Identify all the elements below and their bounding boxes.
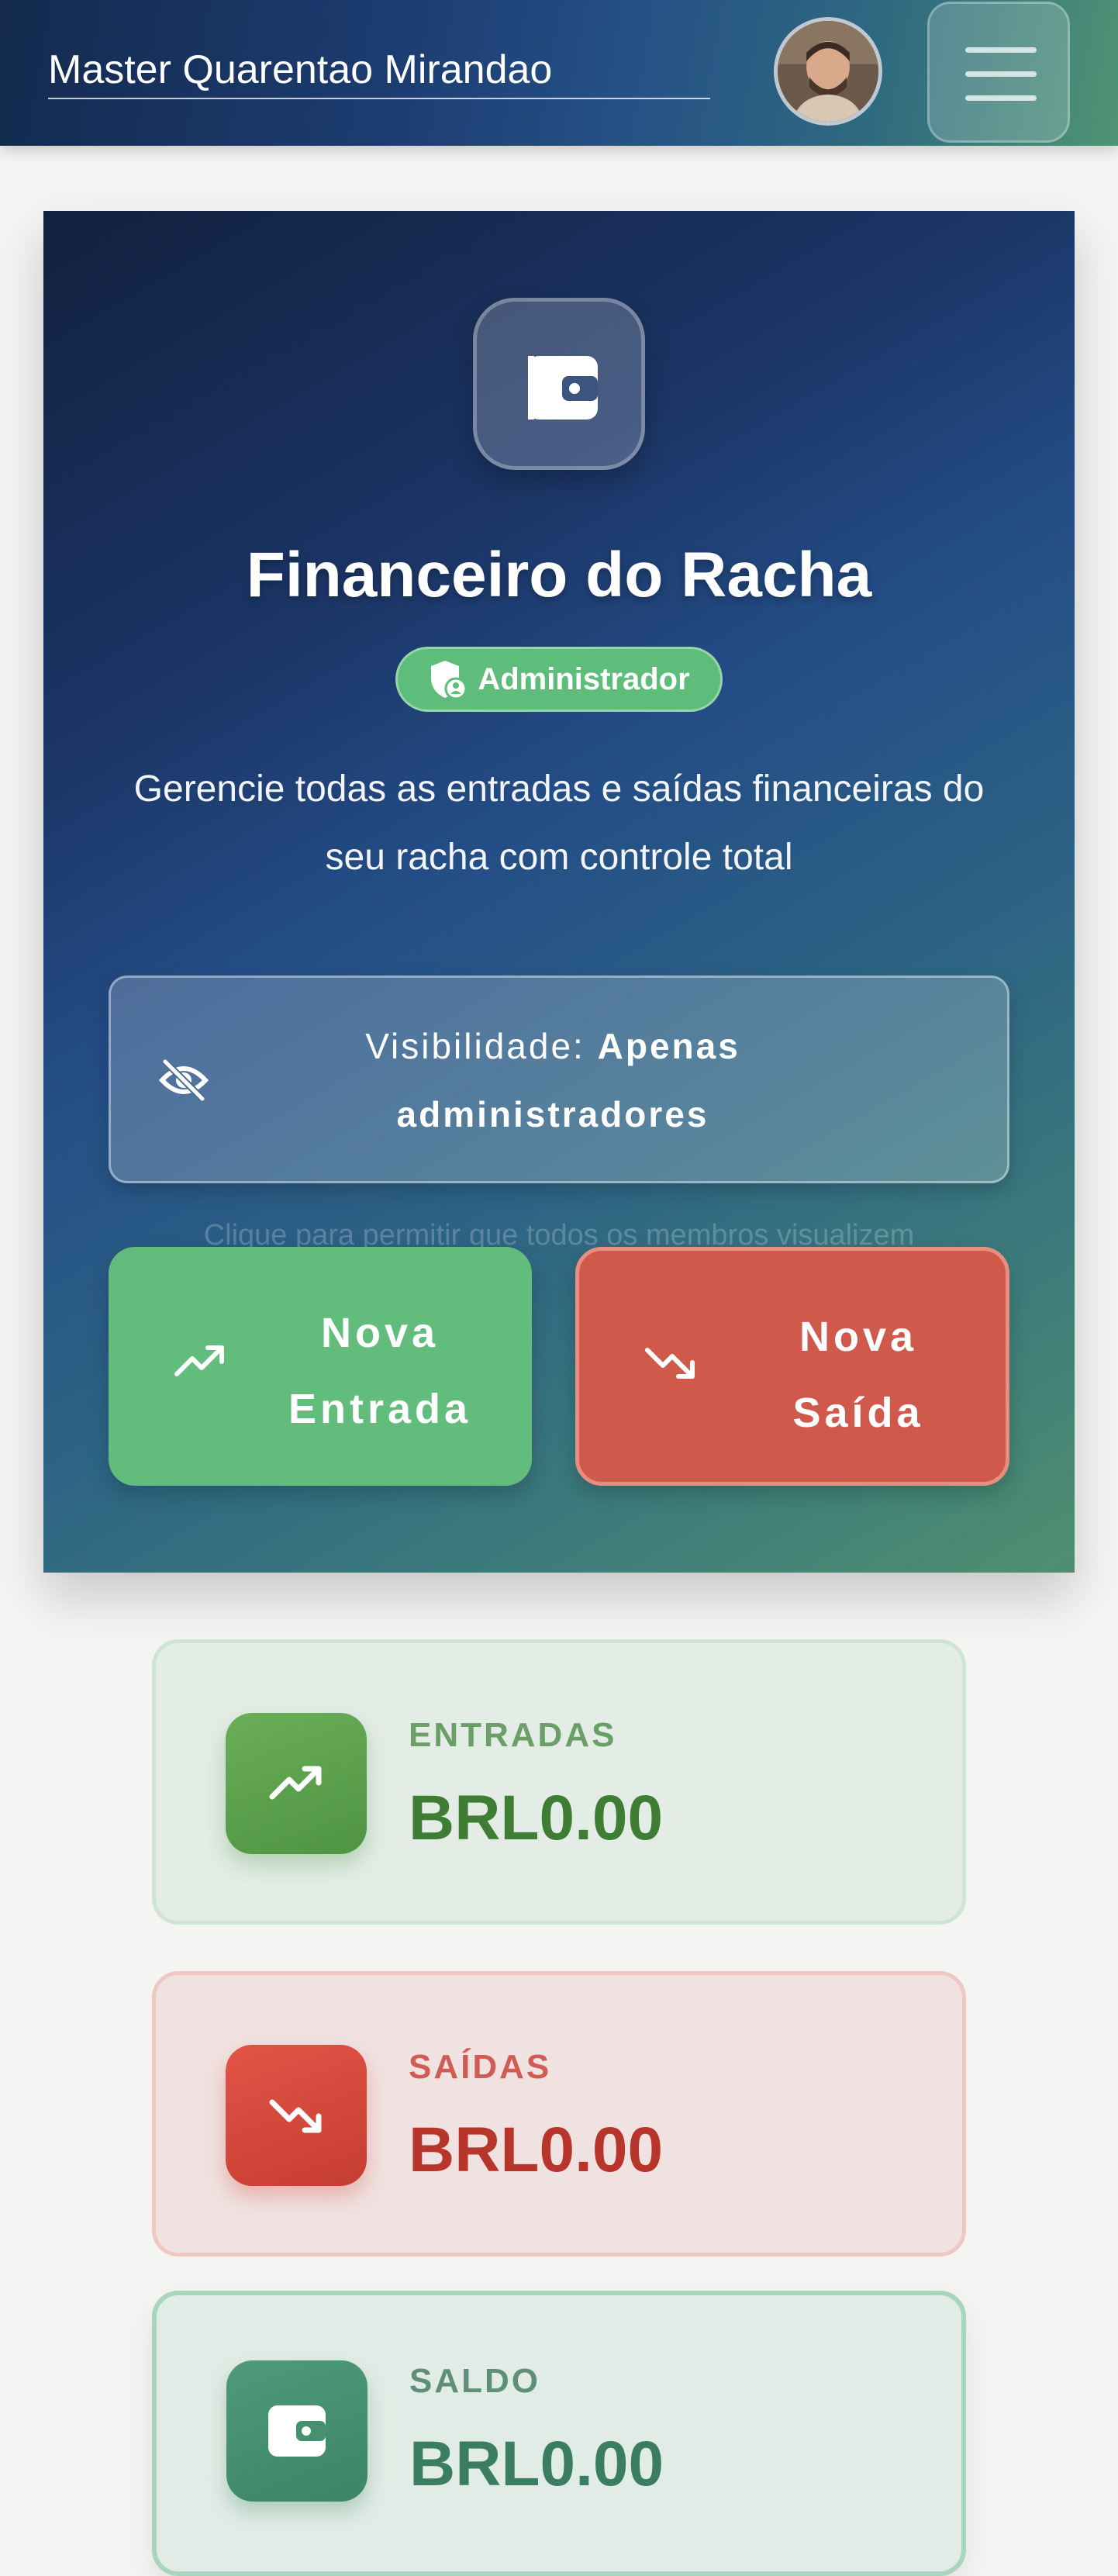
new-expense-label: Nova Saída bbox=[792, 1314, 924, 1436]
top-bar: Master Quarentao Mirandao bbox=[0, 0, 1118, 146]
expense-icon-box bbox=[226, 2045, 367, 2186]
user-name-link[interactable]: Master Quarentao Mirandao bbox=[48, 43, 710, 99]
expense-value: BRL0.00 bbox=[409, 2115, 664, 2185]
income-value: BRL0.00 bbox=[409, 1783, 664, 1853]
wallet-badge bbox=[473, 298, 645, 470]
user-avatar[interactable] bbox=[774, 17, 882, 126]
role-badge-label: Administrador bbox=[478, 661, 690, 696]
expense-summary-card: SAÍDAS BRL0.00 bbox=[152, 1971, 966, 2257]
income-label: ENTRADAS bbox=[409, 1716, 617, 1754]
role-badge: Administrador bbox=[395, 647, 723, 712]
balance-value: BRL0.00 bbox=[409, 2429, 664, 2499]
new-income-label: Nova Entrada bbox=[288, 1310, 472, 1432]
menu-button[interactable] bbox=[927, 2, 1070, 143]
trending-down-icon bbox=[645, 1348, 695, 1379]
shield-user-icon bbox=[431, 661, 468, 699]
visibility-label: Visibilidade: bbox=[365, 1026, 585, 1066]
balance-label: SALDO bbox=[409, 2362, 540, 2400]
avatar-photo-icon bbox=[778, 21, 878, 122]
page-title: Financeiro do Racha bbox=[246, 540, 872, 610]
visibility-toggle[interactable]: Visibilidade: Apenas administradores bbox=[109, 975, 1009, 1183]
balance-icon-box bbox=[226, 2360, 367, 2502]
trending-up-icon bbox=[174, 1345, 224, 1376]
visibility-text: Visibilidade: Apenas administradores bbox=[343, 1012, 762, 1148]
income-icon-box bbox=[226, 1713, 367, 1854]
expense-label: SAÍDAS bbox=[409, 2048, 552, 2086]
trending-up-icon bbox=[269, 1766, 322, 1800]
income-summary-card: ENTRADAS BRL0.00 bbox=[152, 1639, 966, 1925]
menu-icon bbox=[965, 47, 1037, 101]
finance-hero-card: Financeiro do Racha Administrador Gerenc… bbox=[43, 211, 1075, 1573]
wallet-icon bbox=[268, 2405, 326, 2457]
new-income-button[interactable]: Nova Entrada bbox=[109, 1247, 532, 1486]
balance-summary-card: SALDO BRL0.00 bbox=[152, 2291, 966, 2576]
page-description: Gerencie todas as entradas e saídas fina… bbox=[133, 768, 985, 878]
trending-down-icon bbox=[269, 2099, 322, 2133]
eye-off-icon bbox=[159, 1058, 209, 1102]
wallet-icon bbox=[528, 356, 598, 420]
new-expense-button[interactable]: Nova Saída bbox=[575, 1247, 1009, 1486]
